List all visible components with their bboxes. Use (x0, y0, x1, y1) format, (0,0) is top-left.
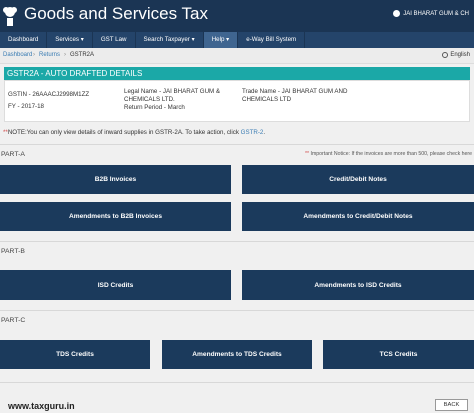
notice-text[interactable]: Important Notice: If the invoices are mo… (309, 151, 472, 157)
breadcrumb-separator: › (33, 52, 35, 58)
b2b-invoices-button[interactable]: B2B Invoices (0, 165, 231, 194)
amendments-isd-credits-button[interactable]: Amendments to ISD Credits (242, 270, 474, 300)
breadcrumb: Dashboard › Returns › GSTR2A English (0, 48, 474, 64)
tds-credits-button[interactable]: TDS Credits (0, 340, 150, 369)
isd-credits-button[interactable]: ISD Credits (0, 270, 231, 300)
national-emblem-icon (3, 7, 17, 26)
breadcrumb-dashboard[interactable]: Dashboard (3, 52, 32, 58)
taxpayer-details: GSTIN - 26AAACJ2998M1ZZ FY - 2017-18 Leg… (4, 80, 470, 122)
amendments-b2b-invoices-button[interactable]: Amendments to B2B Invoices (0, 202, 231, 231)
tcs-credits-button[interactable]: TCS Credits (323, 340, 474, 369)
divider (0, 382, 474, 383)
part-a-label: PART-A (1, 151, 25, 158)
important-notice: ** Important Notice: If the invoices are… (305, 151, 472, 157)
user-icon (393, 10, 401, 17)
trade-name: Trade Name - JAI BHARAT GUM AND CHEMICAL… (242, 88, 348, 103)
note: **NOTE:You can only view details of inwa… (3, 129, 265, 136)
part-b-label: PART-B (1, 248, 25, 255)
nav-eway-bill[interactable]: e-Way Bill System (238, 32, 306, 48)
amendments-tds-credits-button[interactable]: Amendments to TDS Credits (162, 340, 312, 369)
divider (0, 144, 474, 145)
gstin: GSTIN - 26AAACJ2998M1ZZ (8, 91, 90, 98)
nav-help[interactable]: Help ▾ (203, 32, 239, 48)
nav-gst-law[interactable]: GST Law (93, 32, 136, 48)
amendments-credit-debit-notes-button[interactable]: Amendments to Credit/Debit Notes (242, 202, 474, 231)
user-menu[interactable]: JAI BHARAT GUM & CH (393, 10, 469, 17)
nav-dashboard[interactable]: Dashboard (0, 32, 48, 48)
section-title: GSTR2A - AUTO DRAFTED DETAILS (4, 67, 470, 80)
divider (0, 241, 474, 242)
site-title: Goods and Services Tax (24, 4, 208, 23)
breadcrumb-separator: › (64, 52, 66, 58)
main-nav: Dashboard Services ▾ GST Law Search Taxp… (0, 32, 474, 48)
nav-services[interactable]: Services ▾ (47, 32, 93, 48)
language-label: English (450, 52, 470, 58)
legal-name: Legal Name - JAI BHARAT GUM & CHEMICALS … (124, 88, 221, 103)
globe-icon (442, 52, 449, 58)
divider (0, 310, 474, 311)
part-c-label: PART-C (1, 317, 26, 324)
gstr2-link[interactable]: GSTR-2 (241, 129, 264, 136)
return-period: Return Period - March (124, 104, 185, 111)
language-selector[interactable]: English (442, 52, 470, 58)
nav-search-taxpayer[interactable]: Search Taxpayer ▾ (136, 32, 204, 48)
user-name: JAI BHARAT GUM & CH (403, 10, 469, 17)
note-text: NOTE:You can only view details of inward… (7, 129, 241, 136)
financial-year: FY - 2017-18 (8, 103, 45, 110)
header-bar: Goods and Services Tax JAI BHARAT GUM & … (0, 0, 474, 32)
breadcrumb-current: GSTR2A (70, 52, 95, 58)
watermark: www.taxguru.in (8, 401, 75, 411)
breadcrumb-returns[interactable]: Returns (39, 52, 60, 58)
note-end: . (263, 129, 266, 136)
credit-debit-notes-button[interactable]: Credit/Debit Notes (242, 165, 474, 194)
back-button[interactable]: BACK (435, 399, 468, 411)
